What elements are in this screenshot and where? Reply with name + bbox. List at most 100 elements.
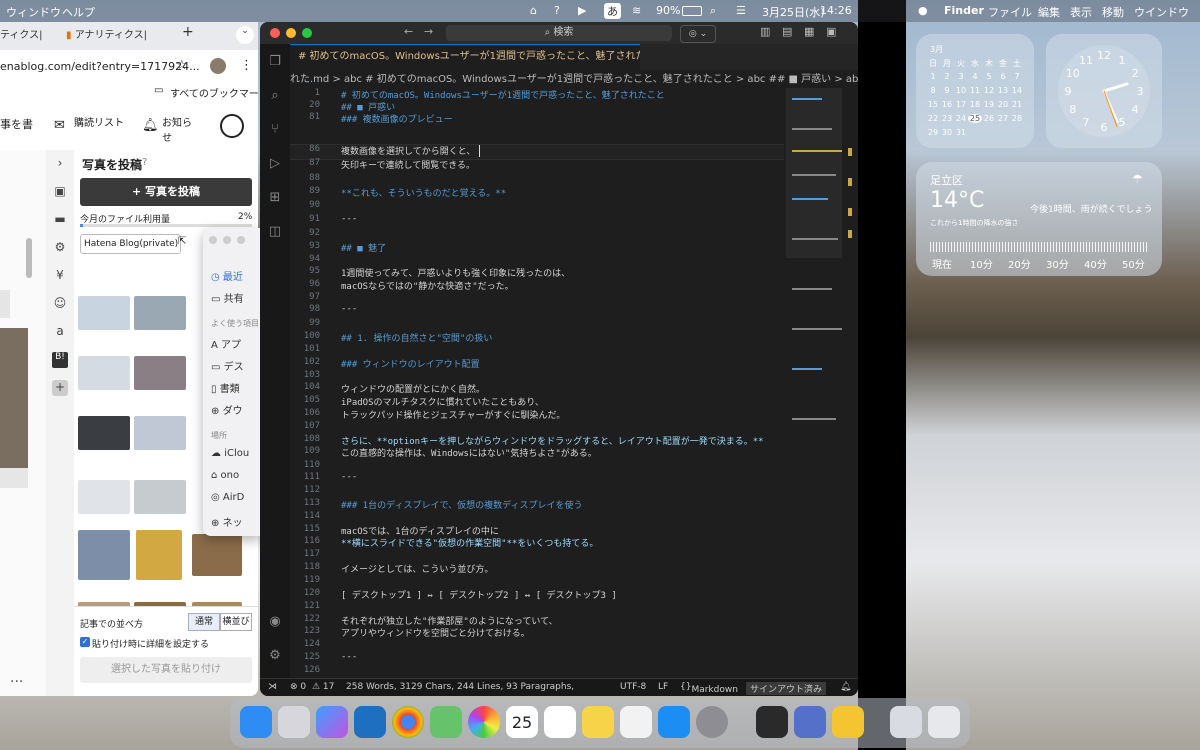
sidebar-item-shared[interactable]: ▭ 共有 [211,290,244,305]
people-icon[interactable]: ☺ [52,296,68,312]
clock-widget[interactable]: 12 1 2 3 4 5 6 7 8 9 10 11 [1046,34,1162,148]
search-icon[interactable]: ⌕ [267,88,283,104]
sidebar-item-airdrop[interactable]: ◎ AirD [211,492,244,503]
code-line[interactable]: トラックパッド操作とジェスチャーがすぐに馴染んだ。 [341,408,565,421]
battery-icon[interactable] [682,6,702,16]
run-debug-icon[interactable]: ▷ [267,156,283,172]
launchpad-icon[interactable] [278,706,310,738]
blog-select[interactable]: Hatena Blog(private) [80,234,181,254]
code-line[interactable]: **横にスライドできる"仮想の作業空間"**をいくつも持てる。 [341,536,598,549]
extensions-icon[interactable]: ⊞ [267,190,283,206]
storage-icon[interactable] [794,706,826,738]
more-dots[interactable]: ... [10,670,23,686]
menu-window[interactable]: ウィンドウ [6,4,61,20]
photo-thumb[interactable] [134,296,186,330]
zoom-icon[interactable] [302,28,312,38]
apple-icon[interactable]: ● [918,4,928,17]
code-line[interactable]: ## ■ 魅了 [341,241,386,254]
photo-thumb[interactable] [78,356,130,390]
photo-thumb[interactable] [192,534,242,576]
code-line[interactable]: iPadOSのマルチタスクに慣れていたこともあり、 [341,395,544,408]
search-icon[interactable]: ⌕ [710,4,716,18]
language-mode[interactable]: {} Markdown [680,682,738,695]
chrome-icon[interactable] [392,706,424,738]
minimize-icon[interactable] [286,28,296,38]
url-field[interactable]: enablog.com/edit?entry=1717924... [0,60,200,73]
weather-widget[interactable]: 足立区 ☂ 14°C 今後1時間、雨が続くでしょう これから1時間の降水の強さ … [916,162,1162,276]
code-line[interactable]: ### 複数画像のプレビュー [341,112,453,125]
input-mode-badge[interactable]: あ [604,3,621,19]
forward-arrow-icon[interactable]: → [424,25,433,38]
code-line[interactable]: [ デスクトップ1 ] ↔ [ デスクトップ2 ] ↔ [ デスクトップ3 ] [341,588,617,601]
photo-thumb[interactable] [78,480,130,514]
sidebar-item-documents[interactable]: ▯ 書類 [211,380,240,395]
command-search[interactable]: ⌕ 検索 [446,25,672,41]
profile-avatar[interactable] [210,58,226,74]
subscribe-list-link[interactable]: 購読リスト [74,114,124,129]
layout-panel-icon[interactable]: ▥ [760,25,770,38]
account-icon[interactable]: ◉ [267,614,283,630]
menu-window-finder[interactable]: ウインドウ [1134,4,1189,20]
music-icon[interactable] [756,706,788,738]
code-line[interactable]: **これも、そういうものだと覚える。** [341,186,506,199]
sidebar-item-icloud[interactable]: ☁ iClou [211,448,249,459]
code-line[interactable]: ### 1台のディスプレイで、仮想の複数ディスプレイを使う [341,498,582,511]
menu-finder[interactable]: Finder [944,4,984,17]
code-line[interactable]: macOSならではの"静かな快適さ"だった。 [341,279,514,292]
finder-icon[interactable] [240,706,272,738]
photo-thumb[interactable] [78,296,130,330]
errors-count[interactable]: ⊗ 0 [290,682,306,692]
remote-indicator-icon[interactable]: ⋊ [268,682,277,692]
plus-icon[interactable]: + [52,380,68,396]
gear-icon[interactable]: ⚙ [52,240,68,256]
copilot-menu-icon[interactable]: ◎ ⌄ [680,25,716,43]
code-line[interactable]: この直感的な操作は、Windowsにはない"気持ちよさ"がある。 [341,446,597,459]
menu-go[interactable]: 移動 [1102,4,1124,20]
photo-thumb[interactable] [134,356,186,390]
code-line[interactable]: 1週間使ってみて、戸惑いよりも強く印象に残ったのは、 [341,266,570,279]
hatena-bookmark-icon[interactable]: B! [52,352,68,368]
script-icon[interactable]: ? [554,4,560,17]
code-line[interactable]: --- [341,472,357,482]
detail-checkbox[interactable]: ✓ [80,637,90,647]
bell-icon[interactable]: 🔔︎ [142,118,159,133]
freeform-icon[interactable] [620,706,652,738]
breadcrumb[interactable]: れた.md > abc # 初めてのmacOS。Windowsユーザーが1週間で… [290,70,858,88]
downloads-icon[interactable] [890,706,922,738]
code-line[interactable]: --- [341,214,357,224]
code-line[interactable]: アプリやウィンドウを空間ごと分けておける。 [341,626,530,639]
minimap-slider[interactable] [786,88,842,258]
warnings-count[interactable]: ⚠ 17 [312,682,334,692]
customize-layout-icon[interactable]: ▣ [826,25,836,38]
close-icon[interactable] [209,236,217,244]
menu-kebab-icon[interactable]: ⋮ [240,58,253,73]
tab-list-icon[interactable]: ⌄ [236,26,254,44]
tab-markdown-file[interactable]: # 初めてのmacOS。Windowsユーザーが1週間で戸惑ったこと、魅了された… [290,44,640,71]
chevron-right-icon[interactable]: › [52,156,68,172]
maps-icon[interactable] [430,706,462,738]
editor-area[interactable]: 1 # 初めてのmacOS。Windowsユーザーが1週間で戸惑ったこと、魅了され… [290,88,784,678]
minimize-icon[interactable] [223,236,231,244]
help-icon[interactable]: ? [142,157,147,168]
photo-thumb[interactable] [134,480,186,514]
copilot-icon[interactable] [316,706,348,738]
close-icon[interactable] [270,28,280,38]
play-icon[interactable]: ▶ [578,4,586,17]
photos-icon[interactable] [468,706,500,738]
calendar-widget[interactable]: 3月 日月火水木金土 1 2 3 4 5 6 7 8 9 10 11 12 13 14 15 16 17 18 19 2… [916,34,1034,148]
user-icon[interactable] [220,114,244,138]
wifi-status-icon[interactable]: ⌂ [530,4,537,17]
code-line[interactable]: ウィンドウの配置がとにかく自然。 [341,382,485,395]
new-tab-button[interactable]: + [182,24,194,46]
word-count[interactable]: 258 Words, 3129 Chars, 244 Lines, 93 Par… [346,682,578,692]
code-line[interactable]: ### ウィンドウのレイアウト配置 [341,357,480,370]
code-line[interactable]: --- [341,652,357,662]
photo-thumb[interactable] [134,416,186,450]
write-link[interactable]: 事を書 [0,116,33,132]
manage-gear-icon[interactable]: ⚙ [267,648,283,664]
sidebar-item-recents[interactable]: ◷ 最近 [211,268,243,283]
bookmark-star-icon[interactable]: ☆ [176,58,188,73]
notifications-link[interactable]: お知らせ [162,114,196,144]
photo-icon[interactable]: ▣ [52,184,68,200]
subscribe-icon[interactable]: ✉ [54,118,65,133]
